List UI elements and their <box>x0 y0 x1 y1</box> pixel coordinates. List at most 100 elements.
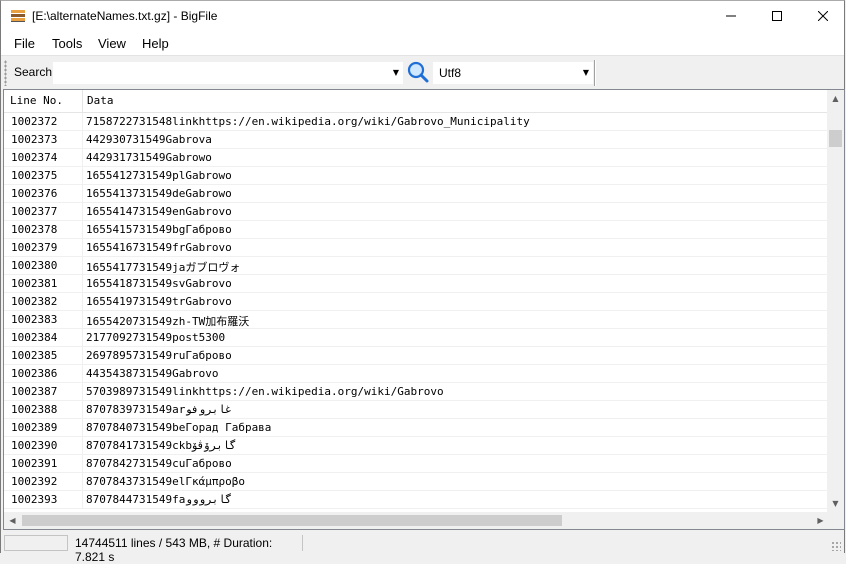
data-cell: 8707840731549beГорад Габрава <box>86 421 272 434</box>
line-number-cell: 1002390 <box>11 439 58 452</box>
data-cell: 442930731549Gabrova <box>86 133 212 146</box>
horizontal-scrollbar[interactable]: ◀ ▶ <box>4 512 829 529</box>
encoding-select[interactable]: Utf8 ▼ <box>433 62 593 84</box>
title-bar[interactable]: [E:\alternateNames.txt.gz] - BigFile <box>1 1 844 31</box>
menu-bar: File Tools View Help <box>1 31 844 55</box>
toolbar: Search ▼ Utf8 ▼ <box>1 55 844 90</box>
data-cell: 1655416731549frGabrovo <box>86 241 232 254</box>
cell-divider <box>82 455 83 473</box>
line-number-cell: 1002376 <box>11 187 58 200</box>
menu-file[interactable]: File <box>14 36 35 51</box>
cell-divider <box>82 149 83 167</box>
menu-tools[interactable]: Tools <box>52 36 82 51</box>
data-cell: 2177092731549post5300 <box>86 331 226 344</box>
close-button[interactable] <box>800 1 846 31</box>
table-row[interactable]: 1002373 442930731549Gabrova <box>4 131 829 149</box>
line-number-cell: 1002386 <box>11 367 58 380</box>
cell-divider <box>82 275 83 293</box>
column-header-data[interactable]: Data <box>87 94 114 107</box>
search-icon[interactable] <box>407 61 429 83</box>
table-row[interactable]: 1002389 8707840731549beГорад Габрава <box>4 419 829 437</box>
resize-grip[interactable] <box>831 541 841 551</box>
data-cell: 1655413731549deGabrowo <box>86 187 232 200</box>
scroll-corner <box>827 512 844 529</box>
line-number-cell: 1002383 <box>11 313 58 326</box>
table-row[interactable]: 1002387 5703989731549linkhttps://en.wikip… <box>4 383 829 401</box>
vertical-scroll-thumb[interactable] <box>829 130 842 147</box>
line-number-cell: 1002373 <box>11 133 58 146</box>
table-row[interactable]: 1002378 1655415731549bgГаброво <box>4 221 829 239</box>
cell-divider <box>82 239 83 257</box>
scroll-down-icon[interactable]: ▼ <box>827 495 844 512</box>
chevron-down-icon[interactable]: ▼ <box>393 68 399 77</box>
table-row[interactable]: 1002382 1655419731549trGabrovo <box>4 293 829 311</box>
status-info-text: 14744511 lines / 543 MB, # Duration: 7.8… <box>75 536 273 564</box>
scroll-up-icon[interactable]: ▲ <box>827 90 844 107</box>
line-number-cell: 1002372 <box>11 115 58 128</box>
minimize-button[interactable] <box>708 1 754 31</box>
cell-divider <box>82 329 83 347</box>
line-number-cell: 1002382 <box>11 295 58 308</box>
table-row[interactable]: 1002392 8707843731549elΓκάμπροβο <box>4 473 829 491</box>
table-row[interactable]: 1002379 1655416731549frGabrovo <box>4 239 829 257</box>
cell-divider <box>82 437 83 455</box>
data-cell: 1655414731549enGabrovo <box>86 205 232 218</box>
table-row[interactable]: 1002372 7158722731548linkhttps://en.wikip… <box>4 113 829 131</box>
bigfile-app-icon <box>11 10 25 22</box>
column-header-line-no[interactable]: Line No. <box>10 94 63 107</box>
menu-view[interactable]: View <box>98 36 126 51</box>
table-row[interactable]: 1002390 8707841731549ckbگابرۆڤۆ <box>4 437 829 455</box>
table-row[interactable]: 1002375 1655412731549plGabrowo <box>4 167 829 185</box>
line-number-cell: 1002385 <box>11 349 58 362</box>
scroll-left-icon[interactable]: ◀ <box>4 512 21 529</box>
menu-help[interactable]: Help <box>142 36 169 51</box>
line-number-cell: 1002380 <box>11 259 58 272</box>
cell-divider <box>82 221 83 239</box>
data-list[interactable]: Line No. Data 1002372 7158722731548linkht… <box>3 89 845 530</box>
cell-divider <box>82 401 83 419</box>
line-number-cell: 1002377 <box>11 205 58 218</box>
maximize-button[interactable] <box>754 1 800 31</box>
cell-divider <box>82 131 83 149</box>
cell-divider <box>82 203 83 221</box>
list-rows: 1002372 7158722731548linkhttps://en.wikip… <box>4 113 829 509</box>
column-divider[interactable] <box>82 90 83 112</box>
maximize-icon <box>772 11 782 21</box>
vertical-scrollbar[interactable]: ▲ ▼ <box>827 90 844 512</box>
table-row[interactable]: 1002391 8707842731549cuГаброво <box>4 455 829 473</box>
data-cell: 8707842731549cuГаброво <box>86 457 232 470</box>
line-number-cell: 1002378 <box>11 223 58 236</box>
table-row[interactable]: 1002388 8707839731549arغابروفو <box>4 401 829 419</box>
line-number-cell: 1002375 <box>11 169 58 182</box>
toolbar-separator <box>594 60 596 86</box>
table-row[interactable]: 1002383 1655420731549zh-TW加布羅沃 <box>4 311 829 329</box>
data-cell: 4435438731549Gabrovo <box>86 367 219 380</box>
close-icon <box>818 11 828 21</box>
data-cell: 442931731549Gabrowo <box>86 151 212 164</box>
cell-divider <box>82 311 83 329</box>
chevron-down-icon[interactable]: ▼ <box>583 68 589 77</box>
table-row[interactable]: 1002386 4435438731549Gabrovo <box>4 365 829 383</box>
line-number-cell: 1002374 <box>11 151 58 164</box>
cell-divider <box>82 419 83 437</box>
cell-divider <box>82 185 83 203</box>
line-number-cell: 1002393 <box>11 493 58 506</box>
cell-divider <box>82 167 83 185</box>
table-row[interactable]: 1002384 2177092731549post5300 <box>4 329 829 347</box>
table-row[interactable]: 1002380 1655417731549jaガブロヴォ <box>4 257 829 275</box>
search-combobox[interactable]: ▼ <box>53 62 403 84</box>
cell-divider <box>82 293 83 311</box>
table-row[interactable]: 1002381 1655418731549svGabrovo <box>4 275 829 293</box>
data-cell: 8707843731549elΓκάμπροβο <box>86 475 245 488</box>
table-row[interactable]: 1002374 442931731549Gabrowo <box>4 149 829 167</box>
table-row[interactable]: 1002376 1655413731549deGabrowo <box>4 185 829 203</box>
toolbar-grip[interactable] <box>4 60 7 86</box>
table-row[interactable]: 1002393 8707844731549faگابرووو <box>4 491 829 509</box>
status-panel-info: 14744511 lines / 543 MB, # Duration: 7.8… <box>71 535 303 564</box>
table-row[interactable]: 1002385 2697895731549ruГаброво <box>4 347 829 365</box>
data-cell: 1655412731549plGabrowo <box>86 169 232 182</box>
horizontal-scroll-thumb[interactable] <box>22 515 562 526</box>
table-row[interactable]: 1002377 1655414731549enGabrovo <box>4 203 829 221</box>
cell-divider <box>82 491 83 509</box>
line-number-cell: 1002388 <box>11 403 58 416</box>
